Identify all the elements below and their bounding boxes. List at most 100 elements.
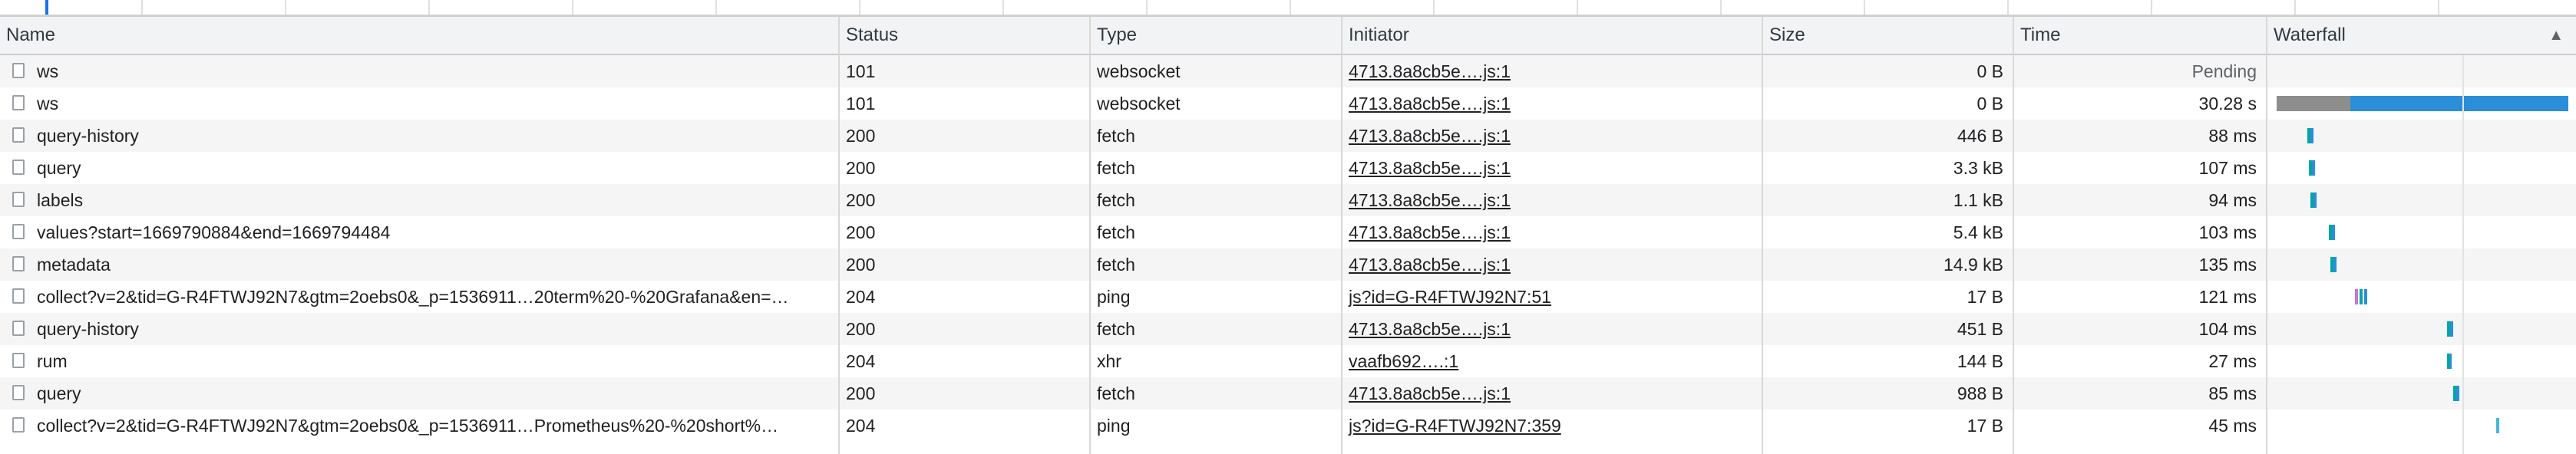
table-row[interactable]: query 200 fetch 4713.8a8cb5e….js:1 3.3 kB 107… (0, 152, 2576, 184)
cell-size: 0 B (1977, 94, 2003, 114)
table-row[interactable]: ws 101 websocket 4713.8a8cb5e….js:1 0 B 30.28… (0, 87, 2576, 120)
cell-status: 204 (846, 351, 876, 371)
column-header-status[interactable]: Status (840, 17, 1090, 54)
cell-initiator[interactable]: 4713.8a8cb5e….js:1 (1342, 248, 1762, 281)
table-row[interactable]: metadata 200 fetch 4713.8a8cb5e….js:1 14.9 k… (0, 248, 2576, 281)
cell-size: 0 B (1977, 61, 2003, 81)
cell-name[interactable]: metadata (0, 248, 838, 281)
table-row[interactable]: query-history 200 fetch 4713.8a8cb5e….js:1 4… (0, 313, 2576, 345)
timeline-tick (1577, 0, 1578, 15)
cell-name[interactable]: query-history (0, 120, 838, 152)
cell-name[interactable]: ws (0, 87, 838, 120)
column-header-name[interactable]: Name (0, 17, 838, 54)
cell-initiator[interactable]: 4713.8a8cb5e….js:1 (1342, 216, 1762, 248)
requests-table: Name Status Type Initiator Size Time Wat… (0, 17, 2576, 454)
column-divider[interactable] (1089, 17, 1091, 454)
table-row[interactable]: collect?v=2&tid=G-R4FTWJ92N7&gtm=2oebs0&… (0, 281, 2576, 313)
cell-name[interactable]: query-history (0, 313, 838, 345)
cell-initiator[interactable]: 4713.8a8cb5e….js:1 (1342, 313, 1762, 345)
cell-time: 103 ms (2198, 222, 2257, 242)
sort-ascending-icon: ▲ (2548, 27, 2564, 44)
table-row[interactable]: values?start=1669790884&end=1669794484 20… (0, 216, 2576, 248)
cell-initiator[interactable]: 4713.8a8cb5e….js:1 (1342, 87, 1762, 120)
cell-time: 45 ms (2208, 416, 2257, 436)
table-row[interactable]: collect?v=2&tid=G-R4FTWJ92N7&gtm=2oebs0&… (0, 410, 2576, 442)
cell-time: 107 ms (2198, 158, 2257, 178)
column-header-time[interactable]: Time (2014, 17, 2266, 54)
cell-type: fetch (1097, 126, 1135, 146)
cell-status: 200 (846, 190, 876, 210)
cell-name[interactable]: collect?v=2&tid=G-R4FTWJ92N7&gtm=2oebs0&… (0, 410, 838, 442)
cell-name[interactable]: rum (0, 345, 838, 377)
column-header-size[interactable]: Size (1763, 17, 2013, 54)
overview-timeline[interactable] (0, 0, 2576, 17)
timeline-cursor[interactable] (45, 0, 48, 15)
cell-type: fetch (1097, 319, 1135, 339)
waterfall-bar (2310, 128, 2313, 143)
table-row[interactable]: ws 101 websocket 4713.8a8cb5e….js:1 0 B Pendi… (0, 55, 2576, 87)
timeline-tick (715, 0, 717, 15)
cell-time: 88 ms (2208, 126, 2257, 146)
cell-initiator[interactable]: js?id=G-R4FTWJ92N7:51 (1342, 281, 1762, 313)
timeline-tick (1002, 0, 1004, 15)
cell-name[interactable]: values?start=1669790884&end=1669794484 (0, 216, 838, 248)
table-row[interactable]: query 200 fetch 4713.8a8cb5e….js:1 988 B 85 m… (0, 377, 2576, 410)
column-divider[interactable] (838, 17, 840, 454)
table-row[interactable]: rum 204 xhr vaafb692….:1 144 B 27 ms (0, 345, 2576, 377)
table-row[interactable]: query-history 200 fetch 4713.8a8cb5e….js:1 4… (0, 120, 2576, 152)
column-divider[interactable] (2013, 17, 2014, 454)
cell-size: 5.4 kB (1953, 222, 2003, 242)
column-divider[interactable] (2266, 17, 2267, 454)
cell-initiator[interactable]: 4713.8a8cb5e….js:1 (1342, 184, 1762, 216)
cell-name[interactable]: query (0, 152, 838, 184)
table-row[interactable]: labels 200 fetch 4713.8a8cb5e….js:1 1.1 kB 94… (0, 184, 2576, 216)
timeline-tick (859, 0, 860, 15)
cell-type: websocket (1097, 61, 1181, 81)
cell-type: websocket (1097, 94, 1181, 114)
cell-initiator[interactable]: 4713.8a8cb5e….js:1 (1342, 120, 1762, 152)
timeline-tick (1290, 0, 1291, 15)
cell-status: 204 (846, 416, 876, 436)
waterfall-bar (2355, 289, 2358, 304)
cell-time: 104 ms (2198, 319, 2257, 339)
timeline-tick (428, 0, 430, 15)
cell-status: 101 (846, 61, 876, 81)
cell-status: 200 (846, 222, 876, 242)
cell-name[interactable]: ws (0, 55, 838, 87)
cell-status: 200 (846, 158, 876, 178)
waterfall-bar (2332, 225, 2335, 240)
cell-size: 3.3 kB (1953, 158, 2003, 178)
cell-initiator[interactable]: js?id=G-R4FTWJ92N7:359 (1342, 410, 1762, 442)
cell-status: 204 (846, 287, 876, 307)
cell-initiator[interactable]: 4713.8a8cb5e….js:1 (1342, 152, 1762, 184)
cell-name[interactable]: query (0, 377, 838, 410)
waterfall-bar (2313, 192, 2317, 208)
column-header-type[interactable]: Type (1091, 17, 1341, 54)
cell-status: 200 (846, 126, 876, 146)
waterfall-gridline (2462, 55, 2464, 454)
column-header-initiator[interactable]: Initiator (1342, 17, 1762, 54)
column-header-waterfall[interactable]: Waterfall ▲ (2267, 17, 2576, 54)
column-divider[interactable] (1341, 17, 1342, 454)
waterfall-bar (2496, 418, 2499, 433)
timeline-tick (1146, 0, 1148, 15)
cell-status: 101 (846, 94, 876, 114)
cell-size: 144 B (1957, 351, 2003, 371)
cell-name[interactable]: collect?v=2&tid=G-R4FTWJ92N7&gtm=2oebs0&… (0, 281, 838, 313)
waterfall-bar (2333, 257, 2337, 272)
timeline-tick (2438, 0, 2439, 15)
cell-initiator[interactable]: vaafb692….:1 (1342, 345, 1762, 377)
network-panel: Name Status Type Initiator Size Time Wat… (0, 0, 2576, 454)
cell-size: 446 B (1957, 126, 2003, 146)
waterfall-bar (2450, 354, 2452, 369)
cell-status: 200 (846, 383, 876, 403)
cell-initiator[interactable]: 4713.8a8cb5e….js:1 (1342, 377, 1762, 410)
cell-status: 200 (846, 255, 876, 275)
timeline-tick (1720, 0, 1722, 15)
cell-name[interactable]: labels (0, 184, 838, 216)
column-divider[interactable] (1762, 17, 1763, 454)
table-body: ws 101 websocket 4713.8a8cb5e….js:1 0 B Pendi… (0, 55, 2576, 454)
cell-initiator[interactable]: 4713.8a8cb5e….js:1 (1342, 55, 1762, 87)
cell-status: 200 (846, 319, 876, 339)
timeline-tick (1864, 0, 1865, 15)
